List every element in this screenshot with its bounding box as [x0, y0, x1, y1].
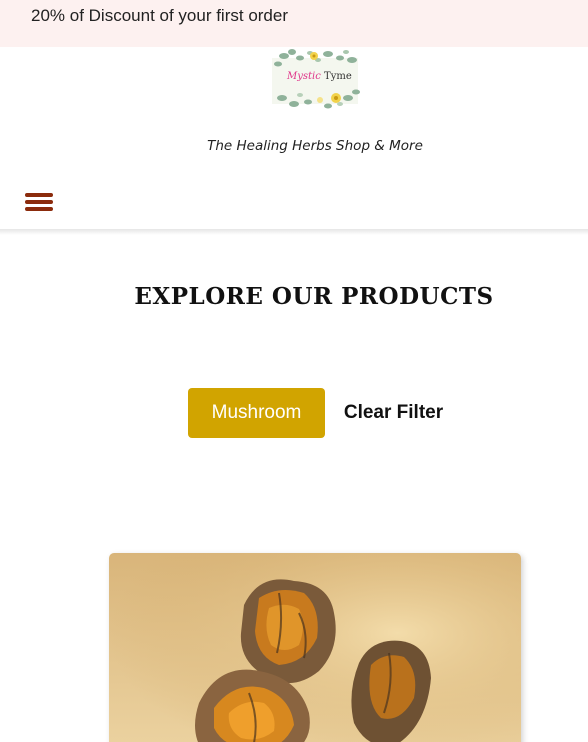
menu-bar-top [25, 193, 53, 197]
hamburger-menu-icon[interactable] [25, 190, 55, 214]
clear-filter-button[interactable]: Clear Filter [336, 388, 451, 438]
section-title: EXPLORE OUR PRODUCTS [134, 283, 494, 310]
menu-bar-bottom [25, 207, 53, 211]
mushroom-filter-button[interactable]: Mushroom [188, 388, 325, 438]
logo-word-mystic: Mystic [287, 71, 321, 82]
logo-word-tyme: Tyme [324, 71, 352, 82]
site-logo[interactable]: Mystic Tyme [270, 48, 362, 112]
mushroom-product-image [109, 553, 521, 742]
promo-text: 20% of Discount of your first order [31, 6, 289, 25]
menu-bar-middle [25, 200, 53, 204]
product-card[interactable] [109, 553, 521, 742]
promo-bar: 20% of Discount of your first order [0, 0, 588, 47]
logo-wordmark: Mystic Tyme [287, 71, 352, 82]
site-tagline: The Healing Herbs Shop & More [207, 138, 423, 154]
header-divider [0, 229, 588, 235]
